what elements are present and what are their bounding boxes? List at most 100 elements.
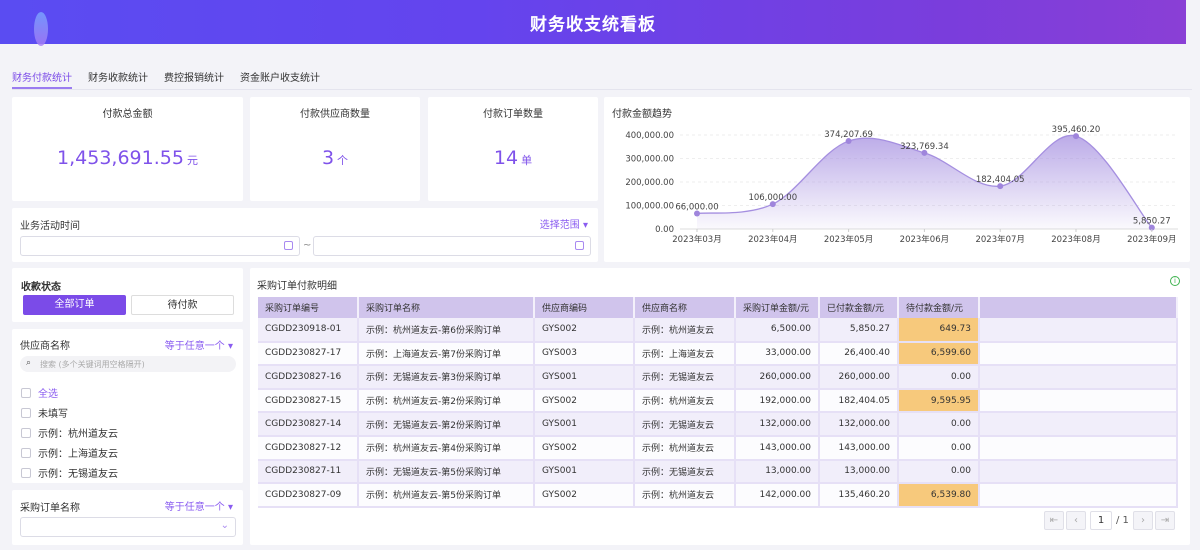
table-cell-empty [979,412,1178,437]
column-header[interactable]: 采购订单名称 [358,297,535,318]
page-number-input[interactable]: 1 [1090,511,1112,530]
range-select-button[interactable]: 选择范围 ▾ [540,216,588,231]
column-header[interactable]: 待付款金额/元 [898,297,980,318]
table-cell: 6,500.00 [735,318,820,343]
last-page-button[interactable]: ⇥ [1155,511,1175,530]
y-tick-label: 400,000.00 [625,131,674,141]
data-label: 323,769.34 [900,142,949,152]
caret-down-icon: ▾ [227,502,233,513]
table-cell: 0.00 [898,412,980,437]
table-cell: 143,000.00 [819,435,899,461]
column-header[interactable]: 已付款金额/元 [819,297,899,318]
table-cell: 示例：无锡道友云-第3份采购订单 [358,365,535,390]
x-tick-label: 2023年05月 [824,234,873,245]
supplier-search-input[interactable]: ⌕ 搜索 (多个关键词用空格隔开) [20,356,236,372]
column-header[interactable]: 采购订单编号 [258,297,359,318]
table-cell: 示例：无锡道友云-第5份采购订单 [358,459,535,485]
y-tick-label: 300,000.00 [625,155,674,165]
x-tick-label: 2023年09月 [1127,234,1176,245]
table-cell: 示例：杭州道友云-第4份采购订单 [358,435,535,461]
table-cell: 5,850.27 [819,318,899,343]
order-mode-select[interactable]: 等于任意一个 ▾ [165,498,233,513]
tab-expense-stats[interactable]: 费控报销统计 [164,64,224,89]
checkbox-unfilled[interactable]: 未填写 [21,405,68,420]
kpi-label: 付款总金额 [102,109,153,120]
kpi-value: 1,453,691.55 元 [57,147,198,169]
table-cell: 示例：杭州道友云 [634,435,736,461]
table-cell: 示例：无锡道友云-第2份采购订单 [358,412,535,437]
table-cell: GYS003 [534,341,635,367]
table-row[interactable]: CGDD230827-09 示例：杭州道友云-第5份采购订单 GYS002 示例：杭州… [258,483,1178,508]
column-header[interactable]: 供应商名称 [634,297,736,318]
table-cell: 135,460.20 [819,483,899,508]
chevron-down-icon: ⌄ [220,520,229,531]
table-cell-empty [979,388,1178,414]
table-cell: 示例：杭州道友云 [634,483,736,508]
order-name-select[interactable]: ⌄ [20,517,236,537]
status-filter-label: 收款状态 [21,282,61,293]
table-row[interactable]: CGDD230918-01 示例：杭州道友云-第6份采购订单 GYS002 示例：杭州… [258,318,1178,343]
checkbox-shanghai[interactable]: 示例：上海道友云 [21,445,118,460]
supplier-mode-select[interactable]: 等于任意一个 ▾ [165,337,233,352]
table-cell-empty [979,365,1178,390]
kpi-label: 付款订单数量 [483,109,543,120]
table-cell: 13,000.00 [819,459,899,485]
table-cell-empty [979,435,1178,461]
table-cell: GYS002 [534,388,635,414]
end-date-input[interactable] [313,236,591,256]
kpi-label: 付款供应商数量 [300,109,370,120]
table-row[interactable]: CGDD230827-17 示例：上海道友云-第7份采购订单 GYS003 示例：上海… [258,341,1178,367]
y-tick-label: 0.00 [655,225,674,235]
table-cell: 示例：杭州道友云-第5份采购订单 [358,483,535,508]
checkbox-select-all[interactable]: 全选 [21,385,58,400]
payment-trend-chart: 付款金额趋势 0.00 100,000.00 200,000.00 300,000.0… [604,97,1190,262]
table-row[interactable]: CGDD230827-15 示例：杭州道友云-第2份采购订单 GYS002 示例：杭州… [258,388,1178,414]
date-filter-label: 业务活动时间 [20,221,80,232]
table-cell: GYS002 [534,483,635,508]
start-date-input[interactable] [20,236,300,256]
chart-svg: 0.00 100,000.00 200,000.00 300,000.00 400,00… [625,125,1178,245]
table-cell: 0.00 [898,435,980,461]
data-label: 395,460.20 [1052,125,1101,135]
order-detail-card: 采购订单付款明细 i 采购订单编号 采购订单名称 供应商编码 供应商名称 采购订单金额/… [250,268,1190,545]
caret-down-icon: ▾ [582,220,588,231]
table-cell: CGDD230827-11 [258,459,359,485]
table-row[interactable]: CGDD230827-12 示例：杭州道友云-第4份采购订单 GYS002 示例：杭州… [258,435,1178,461]
checkbox-wuxi[interactable]: 示例：无锡道友云 [21,465,118,480]
status-filter-card: 收款状态 全部订单 待付款 [12,268,243,322]
info-icon[interactable]: i [1170,276,1180,286]
table-row[interactable]: CGDD230827-16 示例：无锡道友云-第3份采购订单 GYS001 示例：无锡… [258,365,1178,390]
table-cell: CGDD230827-16 [258,365,359,390]
table-cell: 132,000.00 [819,412,899,437]
next-page-button[interactable]: › [1133,511,1153,530]
column-header[interactable]: 供应商编码 [534,297,635,318]
table-row[interactable]: CGDD230827-14 示例：无锡道友云-第2份采购订单 GYS001 示例：无锡… [258,412,1178,437]
pending-payment-button[interactable]: 待付款 [131,295,234,315]
data-label: 106,000.00 [748,193,797,203]
table-cell: GYS002 [534,435,635,461]
kpi-value: 3个 [321,147,349,169]
supplier-filter-card: 供应商名称 等于任意一个 ▾ ⌕ 搜索 (多个关键词用空格隔开) 全选 未填写 … [12,329,243,483]
first-page-button[interactable]: ⇤ [1044,511,1064,530]
all-orders-button[interactable]: 全部订单 [23,295,126,315]
table-cell: 示例：无锡道友云 [634,459,736,485]
page-title: 财务收支统看板 [530,14,656,35]
table-cell: 示例：无锡道友云 [634,412,736,437]
tab-bar: 财务付款统计 财务收款统计 费控报销统计 资金账户收支统计 [12,64,1192,90]
column-header[interactable]: 采购订单金额/元 [735,297,820,318]
calendar-icon [575,241,584,250]
x-tick-label: 2023年06月 [900,234,949,245]
tab-receipt-stats[interactable]: 财务收款统计 [88,64,148,89]
table-cell-empty [979,459,1178,485]
tab-payment-stats[interactable]: 财务付款统计 [12,64,72,89]
table-row[interactable]: CGDD230827-11 示例：无锡道友云-第5份采购订单 GYS001 示例：无锡… [258,459,1178,485]
table-cell: GYS001 [534,459,635,485]
table-cell: CGDD230827-09 [258,483,359,508]
table-cell-empty [979,483,1178,508]
search-icon: ⌕ [26,358,32,368]
tab-account-stats[interactable]: 资金账户收支统计 [240,64,320,89]
checkbox-hangzhou[interactable]: 示例：杭州道友云 [21,425,118,440]
table-cell: CGDD230827-14 [258,412,359,437]
prev-page-button[interactable]: ‹ [1066,511,1086,530]
x-tick-label: 2023年07月 [975,234,1024,245]
